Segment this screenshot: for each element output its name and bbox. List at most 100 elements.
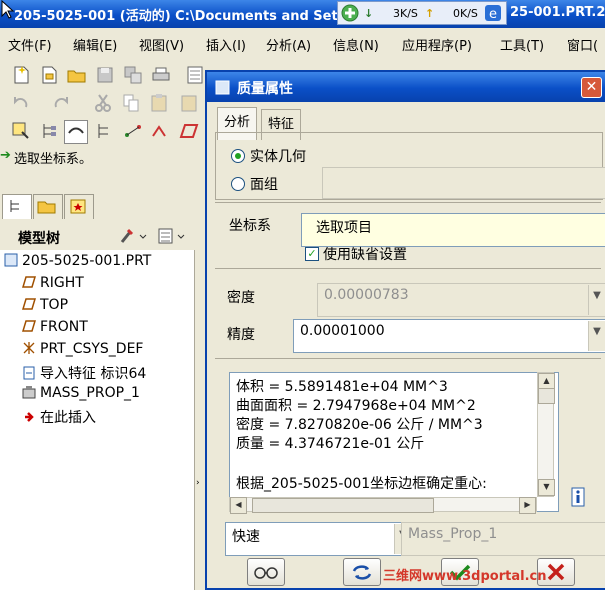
use-default-checkbox[interactable]: ✓ <box>305 247 319 261</box>
results-text-area[interactable]: 体积 = 5.5891481e+04 MM^3 曲面面积 = 2.7947968… <box>229 372 559 512</box>
precision-field[interactable]: 0.00001000 ▼ <box>293 319 605 353</box>
save-button[interactable] <box>94 64 116 86</box>
sheet-button[interactable] <box>185 64 207 86</box>
info-button[interactable] <box>569 486 587 508</box>
radio-quilt-label: 面组 <box>250 177 278 193</box>
plane-display-button[interactable] <box>178 120 200 142</box>
paste-icon <box>151 94 167 112</box>
radio-solid-geometry[interactable] <box>231 149 245 163</box>
window-title: 205-5025-001 (活动的) C:\Documents and Sett… <box>14 9 367 24</box>
download-arrow-icon: ↓ <box>364 7 374 20</box>
redo-icon <box>54 97 68 108</box>
window-title-bar[interactable]: 205-5025-001 (活动的) C:\Documents and Sett… <box>0 0 605 28</box>
scroll-thumb[interactable] <box>252 498 434 513</box>
results-horizontal-scrollbar[interactable]: ◀ ▶ <box>229 497 537 514</box>
tree-node-insert-here[interactable]: 在此插入 <box>22 407 96 427</box>
tree-node-csys[interactable]: PRT_CSYS_DEF <box>22 341 143 357</box>
tab-folder-browser[interactable] <box>33 194 63 219</box>
menu-view[interactable]: 视图(V) <box>139 35 184 54</box>
result-line: 根据_205-5025-001坐标边框确定重心: <box>236 476 487 492</box>
save-copy-button[interactable] <box>122 64 144 86</box>
csys-group: 坐标系 选取项目 ✓ 使用缺省设置 <box>215 202 605 263</box>
scroll-thumb[interactable] <box>538 388 555 404</box>
scissors-icon <box>95 94 111 112</box>
point-display-button[interactable] <box>150 120 172 142</box>
panel-splitter[interactable]: › <box>195 250 205 590</box>
new-file-button[interactable] <box>10 64 32 86</box>
copy-button[interactable] <box>120 92 142 114</box>
model-tree-icon <box>10 200 19 212</box>
results-vertical-scrollbar[interactable]: ▲ ▼ <box>537 372 555 497</box>
open-folder-button[interactable] <box>66 64 88 86</box>
menu-insert[interactable]: 插入(I) <box>206 35 246 54</box>
upload-speed: 0K/S <box>453 7 478 20</box>
folder-open-icon <box>67 70 86 83</box>
result-line: 曲面面积 = 2.7947968e+04 MM^2 <box>236 398 476 414</box>
feature-name-field: Mass_Prop_1 <box>401 522 605 556</box>
select-filter-button[interactable] <box>10 120 32 142</box>
sheet-icon <box>187 66 203 84</box>
favorites-icon <box>70 199 86 214</box>
printer-icon <box>152 67 170 81</box>
new-file-icon <box>14 66 29 84</box>
undo-button[interactable] <box>10 92 32 114</box>
dialog-title-bar[interactable]: 质量属性 ✕ <box>207 72 605 102</box>
tree-settings-button[interactable] <box>118 226 148 246</box>
tree-node-import-feature[interactable]: 导入特征 标识64 <box>22 363 146 383</box>
redo-button[interactable] <box>50 92 72 114</box>
preview-button[interactable] <box>247 558 285 586</box>
menu-file[interactable]: 文件(F) <box>8 35 52 54</box>
save-copy-icon <box>124 66 142 84</box>
tree-show-button[interactable] <box>156 226 188 246</box>
menu-applications[interactable]: 应用程序(P) <box>402 35 472 54</box>
dialog-close-button[interactable]: ✕ <box>581 77 602 98</box>
dialog-title: 质量属性 <box>237 81 293 97</box>
prompt-text: 选取坐标系。 <box>14 152 93 167</box>
parameters-group: 密度 0.00000783 ▼ 精度 0.00001000 ▼ <box>215 268 605 353</box>
print-button[interactable] <box>150 64 172 86</box>
chevron-down-icon[interactable]: ▼ <box>588 321 605 351</box>
mouse-cursor-icon <box>0 0 18 20</box>
tree-node-right[interactable]: RIGHT <box>21 275 84 291</box>
analysis-mode-select[interactable]: 快速 ▼ <box>225 522 413 556</box>
chevron-down-icon: ▼ <box>588 285 605 315</box>
tree-filter-button[interactable] <box>38 120 60 142</box>
tree-node-front[interactable]: FRONT <box>21 319 88 335</box>
glasses-icon <box>254 567 278 579</box>
tab-favorites[interactable] <box>64 194 94 219</box>
download-speed: 3K/S <box>393 7 418 20</box>
quilt-selector <box>322 167 605 199</box>
select-mode-button[interactable] <box>64 120 88 144</box>
tree-node-mass-prop[interactable]: MASS_PROP_1 <box>22 385 140 401</box>
radio-quilt[interactable] <box>231 177 245 191</box>
tree-node-part[interactable]: 205-5025-001.PRT <box>4 253 151 269</box>
tree-node-top[interactable]: TOP <box>21 297 68 313</box>
datum-display-button[interactable] <box>94 120 116 142</box>
save-icon <box>97 67 113 83</box>
scroll-down-icon[interactable]: ▼ <box>538 479 555 496</box>
menu-info[interactable]: 信息(N) <box>333 35 379 54</box>
scroll-left-icon[interactable]: ◀ <box>230 497 247 514</box>
open-file-button[interactable] <box>38 64 60 86</box>
result-line: 密度 = 7.8270820e-06 公斤 / MM^3 <box>236 417 483 433</box>
menu-analysis[interactable]: 分析(A) <box>266 35 311 54</box>
repeat-button[interactable] <box>343 558 381 586</box>
axis-display-button[interactable] <box>122 120 144 142</box>
dialog-app-icon <box>215 80 230 95</box>
tab-model-tree[interactable] <box>2 194 32 219</box>
menu-tools[interactable]: 工具(T) <box>500 35 544 54</box>
info-icon <box>571 487 585 507</box>
scroll-right-icon[interactable]: ▶ <box>519 497 536 514</box>
undo-icon <box>14 97 28 108</box>
mass-properties-dialog: 质量属性 ✕ 分析 特征 实体几何 面组 坐标系 选取项目 ✓ 使用缺省设置 密… <box>205 70 605 590</box>
toolbar-edit <box>0 88 210 118</box>
csys-collector[interactable]: 选取项目 <box>301 213 605 247</box>
menu-edit[interactable]: 编辑(E) <box>73 35 117 54</box>
cut-button[interactable] <box>92 92 114 114</box>
prompt-arrow-icon: ➔ <box>0 148 11 163</box>
menu-window[interactable]: 窗口( <box>567 35 598 54</box>
paste-button[interactable] <box>148 92 170 114</box>
paste-special-button[interactable] <box>178 92 200 114</box>
precision-label: 精度 <box>227 327 255 343</box>
density-field: 0.00000783 ▼ <box>317 283 605 317</box>
